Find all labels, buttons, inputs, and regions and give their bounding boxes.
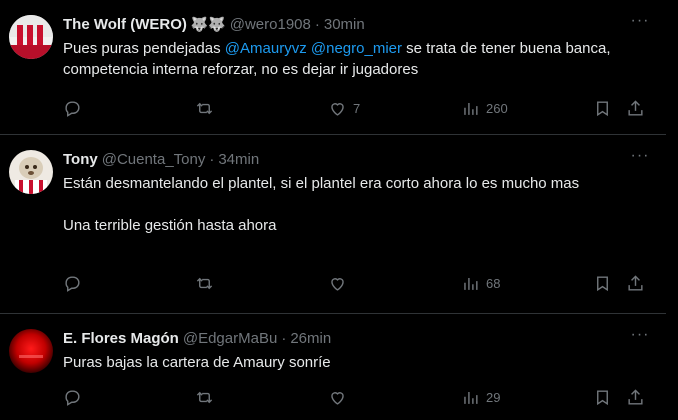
- avatar-image: [9, 329, 53, 373]
- views-icon: [464, 277, 478, 290]
- reply-button[interactable]: [63, 388, 82, 407]
- mention-link[interactable]: @Amauryvz: [225, 40, 307, 57]
- share-icon: [628, 389, 643, 405]
- wolf-emoji: 🐺🐺: [190, 15, 226, 32]
- text-paragraph: Una terrible gestión hasta ahora: [63, 217, 277, 234]
- tweet-actions: 29: [63, 388, 654, 410]
- timestamp[interactable]: 26min: [290, 330, 331, 347]
- reply-icon: [65, 390, 80, 406]
- user-handle[interactable]: @EdgarMaBu: [183, 330, 277, 347]
- retweet-button[interactable]: [195, 274, 214, 293]
- tweet-header: E. Flores Magón @EdgarMaBu · 26min: [63, 328, 654, 348]
- timeline-feed: The Wolf (WERO) 🐺🐺 @wero1908 · 30min ···…: [0, 0, 678, 420]
- tweet-header: The Wolf (WERO) 🐺🐺 @wero1908 · 30min: [63, 14, 654, 34]
- retweet-icon: [196, 102, 213, 115]
- reply-button[interactable]: [63, 274, 82, 293]
- views-button[interactable]: 29: [461, 388, 500, 407]
- tweet-actions: 7 260: [63, 99, 654, 121]
- view-count: 260: [486, 101, 508, 116]
- views-icon: [464, 102, 478, 115]
- more-options-icon[interactable]: ···: [628, 327, 652, 348]
- more-options-icon[interactable]: ···: [628, 148, 652, 169]
- like-count: 7: [353, 101, 361, 116]
- user-handle[interactable]: @wero1908: [230, 16, 311, 33]
- view-count: 29: [486, 390, 501, 405]
- share-button[interactable]: [626, 388, 645, 407]
- more-options-icon[interactable]: ···: [628, 13, 652, 34]
- text-paragraph: Están desmantelando el plantel, si el pl…: [63, 175, 580, 192]
- tweet-actions: 68: [63, 274, 654, 296]
- separator-dot: ·: [314, 15, 320, 33]
- avatar-image: [9, 15, 53, 59]
- bookmark-icon: [597, 390, 608, 406]
- timestamp[interactable]: 34min: [218, 151, 259, 168]
- reply-icon: [65, 101, 80, 117]
- like-icon: [331, 392, 344, 405]
- separator-dot: ·: [281, 329, 287, 347]
- tweet-text: Puras bajas la cartera de Amaury sonríe: [63, 354, 331, 371]
- user-handle[interactable]: @Cuenta_Tony: [102, 151, 206, 168]
- share-icon: [628, 275, 643, 291]
- tweet-text: Pues puras pendejadas @Amauryvz @negro_m…: [63, 38, 654, 80]
- reply-button[interactable]: [63, 99, 82, 118]
- tweet-body: The Wolf (WERO) 🐺🐺 @wero1908 · 30min ···…: [63, 13, 654, 117]
- tweet-text: Están desmantelando el plantel, si el pl…: [63, 173, 654, 236]
- share-button[interactable]: [626, 99, 645, 118]
- retweet-icon: [196, 277, 213, 290]
- like-icon: [331, 103, 344, 116]
- display-name[interactable]: The Wolf (WERO): [63, 16, 187, 33]
- tweet[interactable]: E. Flores Magón @EdgarMaBu · 26min ··· P…: [0, 314, 666, 420]
- views-button[interactable]: 260: [461, 99, 508, 118]
- like-button[interactable]: [328, 274, 347, 293]
- bookmark-button[interactable]: [593, 274, 612, 293]
- tweet[interactable]: Tony @Cuenta_Tony · 34min ··· Están desm…: [0, 135, 666, 314]
- share-icon: [628, 100, 643, 116]
- share-button[interactable]: [626, 274, 645, 293]
- views-icon: [464, 391, 478, 404]
- bookmark-icon: [597, 101, 608, 117]
- timestamp[interactable]: 30min: [324, 16, 365, 33]
- text-segment: Pues puras pendejadas: [63, 40, 225, 57]
- tweet[interactable]: The Wolf (WERO) 🐺🐺 @wero1908 · 30min ···…: [0, 0, 666, 135]
- retweet-button[interactable]: [195, 99, 214, 118]
- avatar-image: [9, 150, 53, 194]
- avatar[interactable]: [9, 150, 53, 194]
- tweet-body: E. Flores Magón @EdgarMaBu · 26min ··· P…: [63, 327, 654, 406]
- display-name[interactable]: Tony: [63, 151, 98, 168]
- right-rail: [666, 0, 678, 418]
- like-button[interactable]: [328, 388, 347, 407]
- view-count: 68: [486, 276, 501, 291]
- reply-icon: [65, 276, 80, 292]
- bookmark-button[interactable]: [593, 388, 612, 407]
- like-button[interactable]: 7: [328, 99, 360, 118]
- bookmark-icon: [597, 276, 608, 292]
- avatar[interactable]: [9, 329, 53, 373]
- bookmark-button[interactable]: [593, 99, 612, 118]
- views-button[interactable]: 68: [461, 274, 500, 293]
- retweet-button[interactable]: [195, 388, 214, 407]
- tweet-body: Tony @Cuenta_Tony · 34min ··· Están desm…: [63, 148, 654, 292]
- retweet-icon: [196, 391, 213, 404]
- tweet-header: Tony @Cuenta_Tony · 34min: [63, 149, 654, 169]
- avatar[interactable]: [9, 15, 53, 59]
- like-icon: [331, 278, 344, 291]
- display-name[interactable]: E. Flores Magón: [63, 330, 179, 347]
- separator-dot: ·: [209, 150, 215, 168]
- mention-link[interactable]: @negro_mier: [311, 40, 402, 57]
